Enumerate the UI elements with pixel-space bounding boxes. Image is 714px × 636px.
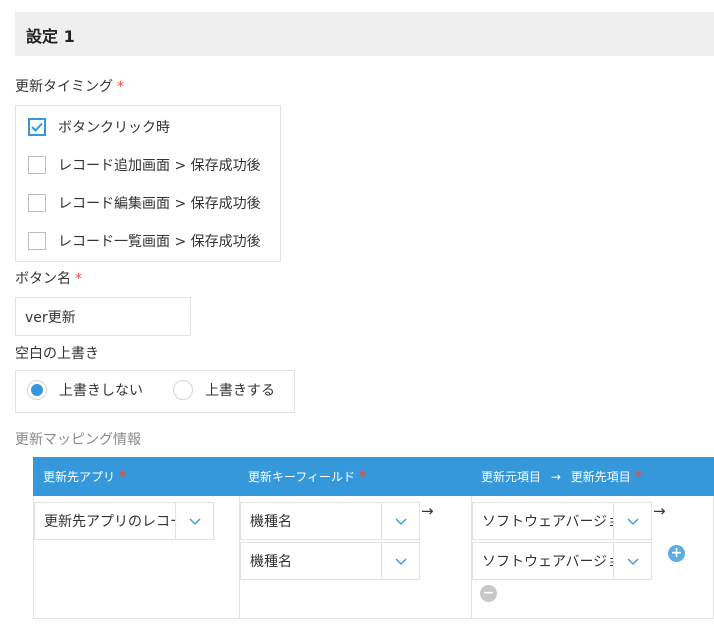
overwrite-blank-label: 空白の上書き (15, 346, 99, 362)
radio-label: 上書きしない (59, 383, 143, 399)
update-timing-group: ボタンクリック時 レコード追加画面 > 保存成功後 レコード編集画面 > 保存成… (15, 105, 281, 262)
overwrite-blank-group: 上書きしない 上書きする (15, 370, 295, 413)
key-field-select[interactable]: 機種名 (240, 542, 420, 580)
update-timing-label-text: 更新タイミング (15, 79, 113, 95)
checkbox-unchecked[interactable] (28, 194, 46, 212)
required-mark: * (634, 469, 642, 485)
section-header (15, 12, 714, 56)
header-key-field-text: 更新キーフィールド (248, 470, 356, 484)
header-source-item-text: 更新元項目 (481, 470, 542, 484)
row-arrow: → (653, 502, 666, 520)
select-value: 機種名 (250, 554, 292, 570)
checkbox-record-edit[interactable]: レコード編集画面 > 保存成功後 (28, 191, 261, 215)
button-name-label: ボタン名 * (15, 268, 82, 288)
update-timing-label: 更新タイミング * (15, 76, 124, 96)
checkbox-label: レコード一覧画面 > 保存成功後 (58, 234, 261, 250)
add-row-button[interactable]: + (668, 545, 685, 562)
header-arrow: → (550, 470, 561, 484)
key-field-select[interactable]: 機種名 (240, 502, 420, 540)
checkbox-label: ボタンクリック時 (58, 120, 170, 136)
radio-overwrite[interactable]: 上書きする (173, 380, 275, 400)
checkbox-button-click[interactable]: ボタンクリック時 (28, 115, 170, 139)
chevron-down-icon[interactable] (613, 543, 651, 579)
button-name-input[interactable]: ver更新 (15, 297, 191, 336)
select-value: ソフトウェアバージョン (482, 554, 613, 570)
row-arrow: → (421, 502, 434, 520)
radio-unselected[interactable] (173, 380, 193, 400)
select-value: ソフトウェアバージョン (482, 514, 613, 530)
chevron-down-icon[interactable] (613, 503, 651, 539)
header-target-app-text: 更新先アプリ (43, 470, 116, 484)
mapping-table-header: 更新先アプリ * 更新キーフィールド * 更新元項目 → 更新先項目 * (33, 457, 714, 496)
chevron-down-icon[interactable] (175, 503, 213, 539)
checkbox-unchecked[interactable] (28, 156, 46, 174)
header-field-mapping: 更新元項目 → 更新先項目 * (481, 468, 642, 485)
required-mark: * (119, 469, 127, 485)
mapping-label: 更新マッピング情報 (15, 432, 141, 448)
required-mark: * (75, 271, 82, 287)
field-mapping-select[interactable]: ソフトウェアバージョン (472, 502, 652, 540)
radio-selected[interactable] (27, 380, 47, 400)
header-target-app: 更新先アプリ * (43, 468, 126, 485)
field-mapping-select[interactable]: ソフトウェアバージョン (472, 542, 652, 580)
section-title: 設定 1 (26, 27, 75, 46)
radio-label: 上書きする (205, 383, 275, 399)
radio-no-overwrite[interactable]: 上書きしない (27, 380, 143, 400)
select-value: 更新先アプリのレコード (44, 514, 175, 530)
required-mark: * (117, 79, 124, 95)
select-value: 機種名 (250, 514, 292, 530)
button-name-label-text: ボタン名 (15, 271, 71, 287)
checkbox-record-add[interactable]: レコード追加画面 > 保存成功後 (28, 153, 261, 177)
header-key-field: 更新キーフィールド * (248, 468, 366, 485)
checkbox-label: レコード追加画面 > 保存成功後 (58, 158, 261, 174)
required-mark: * (359, 469, 367, 485)
chevron-down-icon[interactable] (381, 503, 419, 539)
checkbox-unchecked[interactable] (28, 232, 46, 250)
remove-row-button[interactable]: − (480, 585, 497, 602)
checkbox-record-list[interactable]: レコード一覧画面 > 保存成功後 (28, 229, 261, 253)
checkbox-checked[interactable] (28, 118, 46, 136)
target-app-select[interactable]: 更新先アプリのレコード (34, 502, 214, 540)
chevron-down-icon[interactable] (381, 543, 419, 579)
check-icon (31, 122, 43, 132)
checkbox-label: レコード編集画面 > 保存成功後 (58, 196, 261, 212)
table-border-bottom (33, 618, 714, 619)
header-target-item-text: 更新先項目 (570, 470, 631, 484)
